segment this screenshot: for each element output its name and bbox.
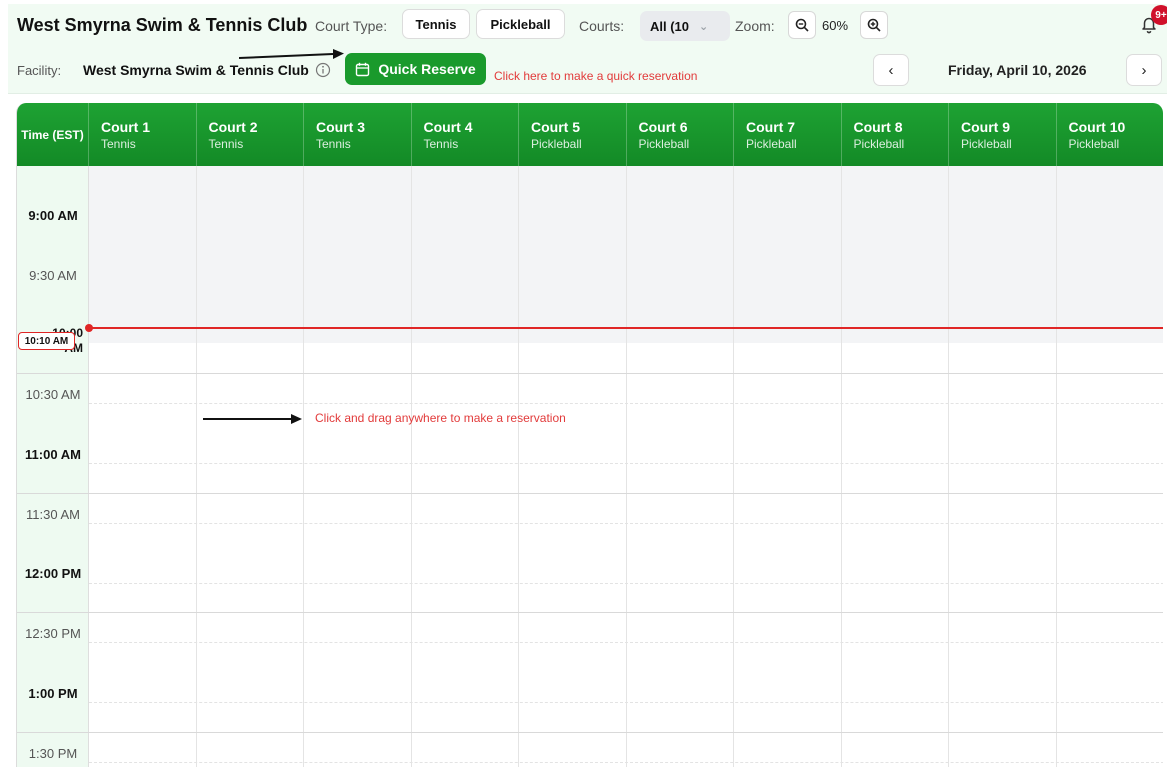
current-date: Friday, April 10, 2026 bbox=[948, 62, 1087, 78]
zoom-in-icon bbox=[867, 18, 881, 32]
column-divider bbox=[518, 166, 519, 767]
zoom-out-button[interactable] bbox=[788, 11, 816, 39]
drag-hint-text: Click and drag anywhere to make a reserv… bbox=[315, 411, 566, 425]
court-type: Pickleball bbox=[746, 137, 797, 151]
court-header-6[interactable]: Court 6 Pickleball bbox=[627, 103, 734, 166]
hour-line bbox=[17, 373, 1163, 374]
quick-reserve-label: Quick Reserve bbox=[378, 61, 476, 77]
court-name: Court 5 bbox=[531, 119, 580, 135]
court-name: Court 4 bbox=[423, 119, 473, 135]
hour-line bbox=[17, 493, 1163, 494]
facility-label: Facility: bbox=[17, 63, 62, 78]
court-name: Court 10 bbox=[1068, 119, 1126, 135]
hour-line bbox=[17, 612, 1163, 613]
column-divider bbox=[626, 166, 627, 767]
next-day-button[interactable]: › bbox=[1126, 54, 1162, 86]
court-name: Court 7 bbox=[746, 119, 795, 135]
slot-line bbox=[89, 523, 1163, 524]
hour-line bbox=[17, 732, 1163, 733]
time-label: 11:30 AM bbox=[26, 507, 80, 522]
column-divider bbox=[303, 166, 304, 767]
app-title: West Smyrna Swim & Tennis Club bbox=[17, 15, 308, 35]
grid-body[interactable]: 9:00 AM 9:30 AM 10:00 AM 10:30 AM 11:00 … bbox=[17, 166, 1163, 767]
zoom-label: Zoom: bbox=[735, 18, 775, 34]
slot-line bbox=[89, 403, 1163, 404]
column-divider bbox=[948, 166, 949, 767]
court-name: Court 9 bbox=[961, 119, 1010, 135]
current-time-dot bbox=[85, 324, 93, 332]
slot-line bbox=[89, 642, 1163, 643]
time-label: 1:00 PM bbox=[28, 686, 78, 701]
time-label: 9:30 AM bbox=[29, 268, 77, 283]
top-bar: West Smyrna Swim & Tennis Club Court Typ… bbox=[8, 4, 1167, 94]
court-type: Pickleball bbox=[1068, 137, 1120, 151]
schedule-grid: Time (EST) Court 1 Tennis Court 2 Tennis C… bbox=[16, 103, 1163, 767]
court-header-10[interactable]: Court 10 Pickleball bbox=[1057, 103, 1164, 166]
facility-name: West Smyrna Swim & Tennis Club bbox=[83, 62, 309, 78]
drag-hint-arrow bbox=[203, 414, 302, 424]
court-type: Pickleball bbox=[638, 137, 690, 151]
time-label: 12:30 PM bbox=[25, 626, 81, 641]
chevron-right-icon: › bbox=[1141, 61, 1147, 79]
court-name: Court 3 bbox=[316, 119, 365, 135]
chevron-down-icon: ⌄ bbox=[699, 20, 709, 33]
grid-header: Time (EST) Court 1 Tennis Court 2 Tennis C… bbox=[17, 103, 1163, 166]
court-header-8[interactable]: Court 8 Pickleball bbox=[842, 103, 949, 166]
court-type-tennis-button[interactable]: Tennis bbox=[402, 9, 470, 39]
column-divider bbox=[733, 166, 734, 767]
court-name: Court 1 bbox=[101, 119, 150, 135]
court-type: Tennis bbox=[101, 137, 136, 151]
quick-reserve-button[interactable]: Quick Reserve bbox=[345, 53, 486, 85]
time-column-header: Time (EST) bbox=[17, 103, 89, 166]
court-name: Court 6 bbox=[638, 119, 688, 135]
current-time-badge: 10:10 AM bbox=[18, 332, 75, 350]
court-type: Tennis bbox=[316, 137, 351, 151]
column-divider bbox=[196, 166, 197, 767]
zoom-out-icon bbox=[795, 18, 809, 32]
column-divider bbox=[1056, 166, 1057, 767]
court-type: Pickleball bbox=[961, 137, 1012, 151]
current-time-line bbox=[89, 327, 1163, 329]
court-header-2[interactable]: Court 2 Tennis bbox=[197, 103, 304, 166]
slot-line bbox=[89, 583, 1163, 584]
notification-badge: 9+ bbox=[1151, 5, 1167, 25]
column-divider bbox=[411, 166, 412, 767]
time-label: 1:30 PM bbox=[28, 746, 78, 761]
court-header-4[interactable]: Court 4 Tennis bbox=[412, 103, 519, 166]
court-header-5[interactable]: Court 5 Pickleball bbox=[519, 103, 627, 166]
previous-day-button[interactable]: ‹ bbox=[873, 54, 909, 86]
zoom-value: 60% bbox=[822, 18, 849, 33]
calendar-icon bbox=[356, 62, 370, 76]
court-type: Pickleball bbox=[853, 137, 905, 151]
courts-select-value: All (10 bbox=[650, 18, 690, 34]
time-column bbox=[17, 166, 89, 767]
court-header-1[interactable]: Court 1 Tennis bbox=[89, 103, 197, 166]
court-type: Tennis bbox=[423, 137, 459, 151]
quick-reserve-arrow bbox=[239, 49, 344, 59]
quick-reserve-hint: Click here to make a quick reservation bbox=[494, 69, 698, 83]
court-header-7[interactable]: Court 7 Pickleball bbox=[734, 103, 842, 166]
court-header-9[interactable]: Court 9 Pickleball bbox=[949, 103, 1057, 166]
court-type: Tennis bbox=[208, 137, 244, 151]
court-type: Pickleball bbox=[531, 137, 582, 151]
time-label: 11:00 AM bbox=[25, 447, 81, 462]
zoom-in-button[interactable] bbox=[860, 11, 888, 39]
time-label: 10:30 AM bbox=[25, 387, 81, 402]
court-name: Court 8 bbox=[853, 119, 903, 135]
column-divider bbox=[841, 166, 842, 767]
slot-line bbox=[89, 762, 1163, 763]
courts-label: Courts: bbox=[579, 18, 625, 34]
time-label: 12:00 PM bbox=[24, 566, 82, 581]
slot-line bbox=[89, 702, 1163, 703]
slot-line bbox=[89, 463, 1163, 464]
chevron-left-icon: ‹ bbox=[888, 61, 894, 79]
time-label: 9:00 AM bbox=[28, 208, 78, 223]
courts-select[interactable]: All (10 ⌄ bbox=[640, 11, 730, 41]
court-type-label: Court Type: bbox=[315, 18, 388, 34]
info-icon[interactable] bbox=[314, 61, 332, 79]
court-name: Court 2 bbox=[208, 119, 258, 135]
court-header-3[interactable]: Court 3 Tennis bbox=[304, 103, 412, 166]
court-type-pickleball-button[interactable]: Pickleball bbox=[476, 9, 565, 39]
